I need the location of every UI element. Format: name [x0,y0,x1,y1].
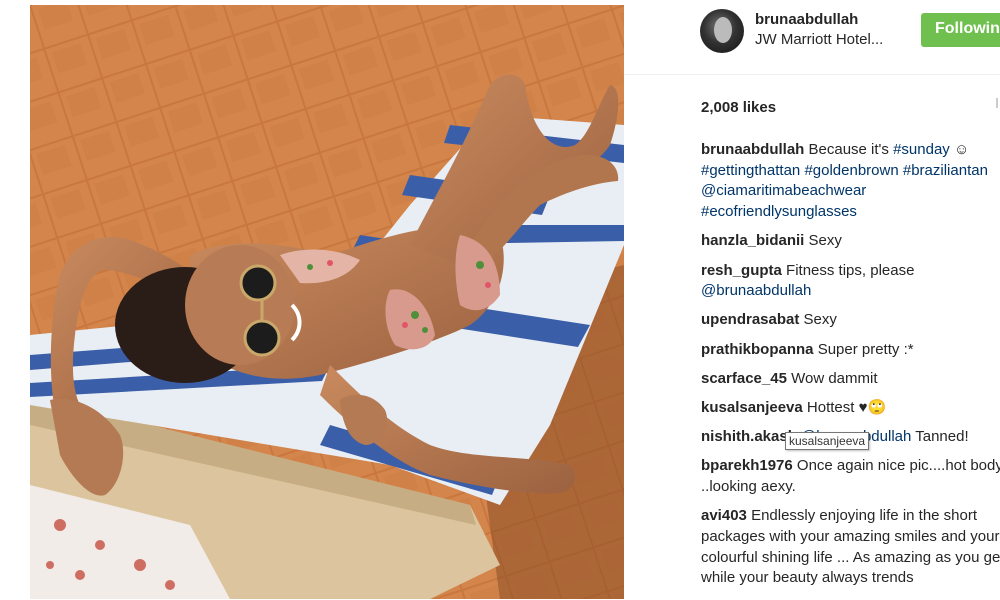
comment-username[interactable]: scarface_45 [701,370,787,387]
smile-emoji-icon: ☺ [953,141,970,158]
comment-item: bparekh1976 Once again nice pic....hot b… [701,456,1000,497]
post-panel: brunaabdullah JW Marriott Hotel... Follo… [624,0,1000,600]
hashtag-gettingthattan[interactable]: #gettingthattan [701,162,800,179]
hashtag-sunday[interactable]: #sunday [893,141,950,158]
comment-username[interactable]: resh_gupta [701,262,782,279]
comment-item: avi403 Endlessly enjoying life in the sh… [701,506,1000,589]
comment-item: kusalsanjeeva Hottest ♥🙄 [701,398,1000,419]
comment-username[interactable]: hanzla_bidanii [701,232,804,249]
comment-text: Sexy [803,311,837,329]
comment-username[interactable]: upendrasabat [701,311,799,328]
caption-text: Because it's [808,141,889,158]
comment-item: prathikbopanna Super pretty :* [701,340,1000,361]
post-image [30,5,624,599]
comment-item: scarface_45 Wow dammit [701,369,1000,390]
comment-username[interactable]: avi403 [701,507,747,524]
hashtag-braziliantan[interactable]: #braziliantan [903,162,988,179]
hashtag-goldenbrown[interactable]: #goldenbrown [804,162,898,179]
comment-text: Fitness tips, please [786,261,915,279]
more-options-icon[interactable] [996,98,1000,108]
comment-text: Sexy [808,232,842,250]
caption: brunaabdullah Because it's #sunday ☺ #ge… [701,140,1000,223]
post-username[interactable]: brunaabdullah [755,11,858,28]
comment-text: Super pretty :* [817,340,914,358]
comment-item: hanzla_bidanii Sexy [701,231,1000,252]
comment-item: upendrasabat Sexy [701,310,1000,331]
comment-mention[interactable]: @brunaabdullah [701,282,811,299]
post-photo[interactable] [30,5,624,599]
post-location[interactable]: JW Marriott Hotel... [755,31,883,48]
comment-text: Wow dammit [791,369,878,387]
avatar[interactable] [700,9,744,53]
comment-username[interactable]: bparekh1976 [701,457,793,474]
avatar-face-icon [714,17,732,43]
comment-username[interactable]: nishith.akash [701,428,797,445]
username-tooltip: kusalsanjeeva [785,432,870,450]
post-header: brunaabdullah JW Marriott Hotel... Follo… [624,0,1000,75]
comments-list: brunaabdullah Because it's #sunday ☺ #ge… [701,140,1000,598]
hashtag-ecofriendlysunglasses[interactable]: #ecofriendlysunglasses [701,203,857,220]
comment-text: Hottest ♥🙄 [806,399,887,417]
comment-username[interactable]: kusalsanjeeva [701,399,803,416]
comment-text: Tanned! [915,428,969,446]
comment-item: resh_gupta Fitness tips, please @brunaab… [701,261,1000,302]
following-button[interactable]: Following [921,13,1000,47]
comment-username[interactable]: prathikbopanna [701,341,814,358]
mention-ciamaritimabeachwear[interactable]: @ciamaritimabeachwear [701,182,866,199]
likes-count[interactable]: 2,008 likes [701,99,776,116]
caption-username[interactable]: brunaabdullah [701,141,804,158]
